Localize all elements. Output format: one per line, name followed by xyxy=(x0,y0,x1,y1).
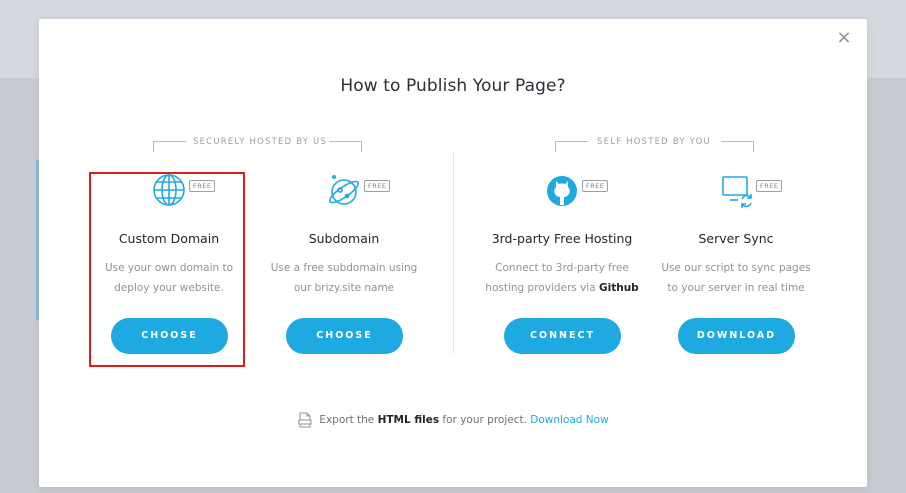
section-bracket-left xyxy=(555,141,588,152)
download-now-link[interactable]: Download Now xyxy=(530,414,608,426)
section-bracket-right xyxy=(329,141,362,152)
export-line: Export the HTML files for your project. … xyxy=(0,412,906,428)
download-script-button[interactable]: DOWNLOAD xyxy=(678,318,795,354)
html-file-icon xyxy=(298,412,312,428)
section-bracket-left xyxy=(153,141,186,152)
close-button[interactable]: × xyxy=(835,29,853,47)
section-label-self: SELF HOSTED BY YOU xyxy=(597,137,711,147)
card-title: 3rd-party Free Hosting xyxy=(491,231,633,246)
card-third-party-hosting: FREE 3rd-party Free Hosting Connect to 3… xyxy=(482,172,642,354)
free-badge: FREE xyxy=(582,180,609,192)
connect-hosting-button[interactable]: CONNECT xyxy=(504,318,621,354)
free-badge: FREE xyxy=(364,180,391,192)
card-description: Use your own domain to deploy your websi… xyxy=(104,262,234,294)
close-icon[interactable]: × xyxy=(836,27,851,48)
globe-icon xyxy=(153,174,185,206)
card-title: Subdomain xyxy=(308,231,380,246)
server-sync-icon xyxy=(722,176,752,208)
section-divider xyxy=(453,152,454,354)
choose-custom-domain-button[interactable]: CHOOSE xyxy=(111,318,228,354)
card-description: Use our script to sync pages to your ser… xyxy=(661,262,811,294)
card-description: Connect to 3rd-party free hosting provid… xyxy=(485,262,639,294)
card-server-sync: FREE Server Sync Use our script to sync … xyxy=(656,172,816,354)
modal-title: How to Publish Your Page? xyxy=(340,76,566,96)
section-label-hosted: SECURELY HOSTED BY US xyxy=(193,137,328,147)
card-title: Server Sync xyxy=(698,231,774,246)
card-title: Custom Domain xyxy=(118,231,220,246)
card-description: Use a free subdomain using our brizy.sit… xyxy=(270,262,418,294)
planet-icon xyxy=(328,174,360,205)
card-custom-domain: FREE Custom Domain Use your own domain t… xyxy=(89,172,249,354)
free-badge: FREE xyxy=(189,180,216,192)
free-badge: FREE xyxy=(756,180,783,192)
choose-subdomain-button[interactable]: CHOOSE xyxy=(286,318,403,354)
card-subdomain: FREE Subdomain Use a free subdomain usin… xyxy=(264,172,424,354)
github-icon xyxy=(547,176,577,206)
section-bracket-right xyxy=(721,141,754,152)
